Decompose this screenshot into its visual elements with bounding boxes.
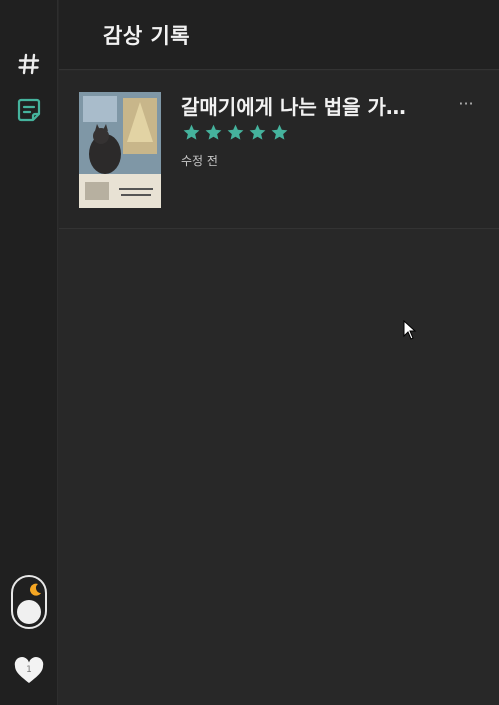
rating-stars bbox=[182, 123, 289, 142]
sidebar: 1 bbox=[0, 0, 58, 705]
star-icon bbox=[270, 123, 289, 142]
status-text: 수정 전 bbox=[181, 154, 218, 168]
header: 감상 기록 bbox=[59, 0, 499, 70]
star-icon bbox=[226, 123, 245, 142]
hash-icon[interactable] bbox=[17, 52, 41, 76]
star-icon bbox=[248, 123, 267, 142]
book-title[interactable]: 갈매기에게 나는 법을 가르쳐 준 고양이 bbox=[181, 91, 421, 120]
like-button[interactable]: 1 bbox=[14, 657, 44, 685]
book-cover[interactable] bbox=[79, 92, 161, 208]
star-icon bbox=[204, 123, 223, 142]
moon-icon bbox=[28, 582, 42, 596]
more-options-button[interactable]: ··· bbox=[455, 95, 477, 113]
theme-toggle[interactable] bbox=[11, 575, 47, 629]
mouse-cursor-icon bbox=[403, 319, 417, 340]
record-card[interactable]: 갈매기에게 나는 법을 가르쳐 준 고양이 수정 전 ··· bbox=[59, 71, 499, 229]
note-icon[interactable] bbox=[16, 97, 42, 123]
star-icon bbox=[182, 123, 201, 142]
page-title: 감상 기록 bbox=[103, 24, 191, 48]
like-count: 1 bbox=[26, 665, 32, 675]
toggle-knob bbox=[17, 600, 41, 624]
